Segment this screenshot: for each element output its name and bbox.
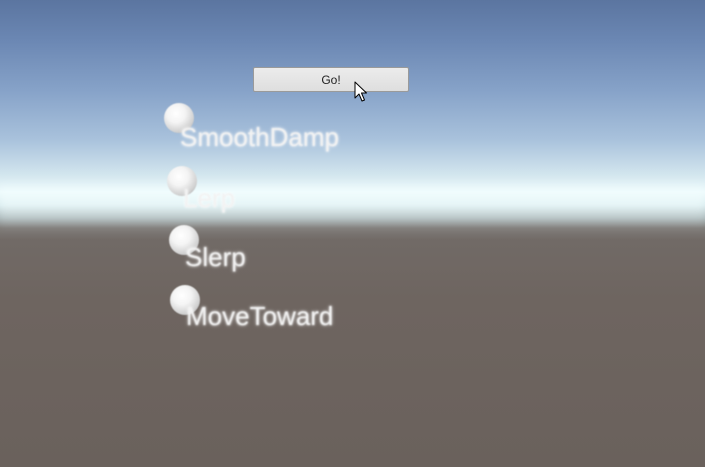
movetoward-label: MoveToward: [186, 301, 334, 331]
arrow-cursor-icon: [354, 81, 367, 102]
lerp-label: Lerp: [183, 183, 236, 213]
go-button[interactable]: Go!: [253, 67, 409, 92]
smoothdamp-label: SmoothDamp: [180, 122, 339, 152]
game-view: Go! SmoothDamp Lerp Slerp MoveToward: [0, 0, 705, 467]
slerp-label: Slerp: [185, 242, 246, 272]
horizon-glow: [0, 180, 705, 230]
